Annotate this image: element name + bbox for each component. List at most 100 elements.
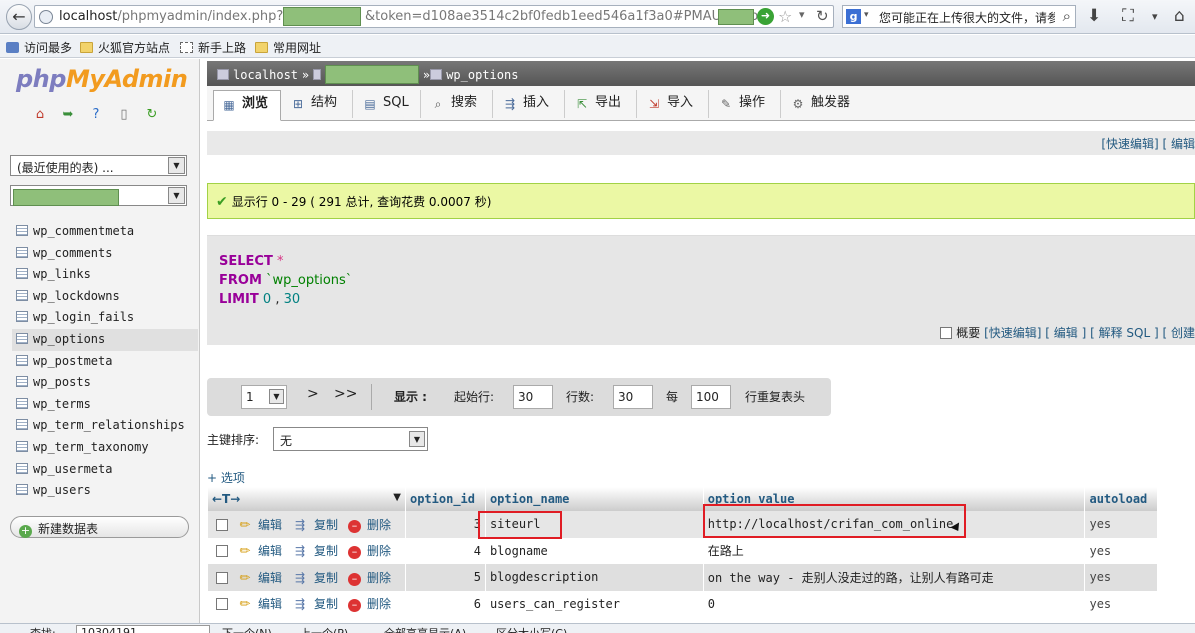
address-bar[interactable]: localhost/phpmyadmin/index.php?db= &toke… [34, 5, 834, 28]
cell-autoload[interactable]: yes [1084, 590, 1157, 617]
delete-icon[interactable]: – [348, 546, 362, 560]
sidebar-item-wp-term-relationships[interactable]: wp_term_relationships [12, 415, 198, 437]
cell-option-value[interactable]: on the way - 走别人没走过的路，让别人有路可走 [702, 564, 1085, 591]
next-page-button[interactable]: > [307, 386, 319, 402]
create-php-link[interactable]: [ 创建 [1163, 326, 1195, 340]
edit-link[interactable]: [ 编辑 ] [1045, 326, 1086, 340]
bookmark-most-visited[interactable]: 访问最多 [6, 39, 72, 56]
search-bar[interactable]: g ▾ 您可能正在上传很大的文件，请参 ⌕ [842, 5, 1076, 28]
delete-link[interactable]: 删除 [367, 597, 391, 611]
sidebar-item-wp-login-fails[interactable]: wp_login_fails [12, 307, 198, 329]
copy-link[interactable]: 复制 [314, 518, 338, 532]
back-button[interactable]: ← [6, 4, 32, 30]
bookmark-common-sites[interactable]: 常用网址 [255, 39, 321, 56]
tab-triggers[interactable]: ⚙ 触发器 [783, 90, 867, 118]
cell-option-value[interactable]: 在路上 [702, 537, 1085, 564]
delete-link[interactable]: 删除 [367, 544, 391, 558]
home-icon[interactable]: ⌂ [32, 107, 48, 123]
copy-icon[interactable]: ⇶ [292, 518, 308, 532]
cell-option-name[interactable]: users_can_register [484, 590, 704, 617]
cell-option-id[interactable]: 5 [404, 564, 486, 591]
sidebar-item-wp-usermeta[interactable]: wp_usermeta [12, 459, 198, 481]
sidebar-item-wp-lockdowns[interactable]: wp_lockdowns [12, 286, 198, 308]
row-checkbox[interactable] [216, 598, 228, 611]
sidebar-item-wp-comments[interactable]: wp_comments [12, 243, 198, 265]
tab-search[interactable]: ⌕ 搜索 [423, 90, 493, 118]
pencil-icon[interactable]: ✏ [238, 598, 252, 612]
home-icon[interactable]: ⌂ [1174, 6, 1185, 26]
bookmark-firefox-site[interactable]: 火狐官方站点 [80, 39, 170, 56]
edit-link[interactable]: 编辑 [258, 544, 282, 558]
row-count-input[interactable]: 30 [613, 385, 653, 409]
edit-link[interactable]: 编辑 [258, 597, 282, 611]
go-icon[interactable]: ➜ [757, 8, 774, 25]
copy-icon[interactable]: ⇶ [292, 571, 308, 585]
sidebar-item-wp-postmeta[interactable]: wp_postmeta [12, 351, 198, 373]
column-resize-header[interactable]: ←T→ ▼ [207, 487, 406, 511]
breadcrumb-server[interactable]: localhost [233, 68, 298, 82]
database-select[interactable]: ▼ [10, 185, 187, 206]
menu-dropdown-icon[interactable]: ▾ [1152, 10, 1158, 23]
sidebar-item-wp-terms[interactable]: wp_terms [12, 394, 198, 416]
sidebar-item-wp-commentmeta[interactable]: wp_commentmeta [12, 221, 198, 243]
repeat-header-input[interactable]: 100 [691, 385, 731, 409]
screenshot-icon[interactable]: ⛶ [1122, 6, 1134, 26]
column-header-autoload[interactable]: autoload [1084, 487, 1157, 511]
copy-icon[interactable]: ⇶ [292, 597, 308, 611]
download-icon[interactable]: ⬇ [1087, 6, 1101, 26]
explain-sql-link[interactable]: [ 解释 SQL ] [1090, 326, 1159, 340]
start-row-input[interactable]: 30 [513, 385, 553, 409]
delete-link[interactable]: 删除 [367, 571, 391, 585]
edit-link[interactable]: 编辑 [258, 571, 282, 585]
cell-option-name[interactable]: blogdescription [484, 564, 704, 591]
find-next-button[interactable]: 下一个(N) [222, 625, 272, 633]
copy-link[interactable]: 复制 [314, 544, 338, 558]
row-checkbox[interactable] [216, 518, 228, 531]
sort-select[interactable]: 无 ▼ [273, 427, 428, 451]
chevron-down-icon[interactable]: ▼ [393, 492, 401, 503]
delete-icon[interactable]: – [348, 572, 362, 586]
match-case-checkbox[interactable]: 区分大小写(C) [496, 625, 567, 633]
google-icon[interactable]: g [846, 9, 861, 24]
search-engine-dropdown-icon[interactable]: ▾ [864, 10, 869, 20]
sidebar-item-wp-posts[interactable]: wp_posts [12, 372, 198, 394]
history-dropdown-icon[interactable]: ▾ [799, 8, 805, 21]
pencil-icon[interactable]: ✏ [238, 545, 252, 559]
delete-icon[interactable]: – [348, 599, 362, 613]
refresh-icon[interactable]: ↻ [144, 107, 160, 123]
copy-link[interactable]: 复制 [314, 597, 338, 611]
cell-option-value[interactable]: 0 [702, 590, 1085, 617]
column-header-option-id[interactable]: option_id [404, 487, 486, 511]
phpmyadmin-logo[interactable]: phpMyAdmin [16, 65, 188, 93]
new-table-button[interactable]: + 新建数据表 [10, 516, 189, 538]
tab-insert[interactable]: ⇶ 插入 [495, 90, 565, 118]
delete-link[interactable]: 删除 [367, 518, 391, 532]
profiling-checkbox[interactable] [940, 327, 953, 339]
search-input[interactable]: 您可能正在上传很大的文件，请参 [879, 9, 1055, 26]
sidebar-item-wp-options[interactable]: wp_options [12, 328, 198, 351]
bookmark-getting-started[interactable]: 新手上路 [180, 39, 246, 56]
pencil-icon[interactable]: ✏ [238, 518, 252, 533]
redacted-db-name[interactable] [325, 65, 420, 84]
tab-operations[interactable]: ✎ 操作 [711, 90, 781, 118]
cell-option-id[interactable]: 3 [404, 511, 486, 538]
tab-browse[interactable]: ▦ 浏览 [213, 90, 281, 121]
reload-icon[interactable]: ↻ [816, 7, 829, 25]
tab-import[interactable]: ⇲ 导入 [639, 90, 709, 118]
bookmark-star-icon[interactable]: ☆ [778, 7, 792, 26]
sql-query[interactable]: SELECT * FROM `wp_options` LIMIT 0 , 30 [219, 252, 352, 309]
edit-link[interactable]: 编辑 [258, 518, 282, 532]
cell-autoload[interactable]: yes [1084, 537, 1157, 564]
tab-structure[interactable]: ⊞ 结构 [283, 90, 353, 118]
tab-export[interactable]: ⇱ 导出 [567, 90, 637, 118]
help-icon[interactable]: ? [88, 107, 104, 123]
sidebar-item-wp-links[interactable]: wp_links [12, 264, 198, 286]
cell-option-id[interactable]: 4 [404, 537, 486, 564]
find-prev-button[interactable]: 上一个(P) [300, 625, 348, 633]
breadcrumb-table[interactable]: wp_options [446, 68, 518, 82]
quick-edit-links[interactable]: [快速编辑] [ 编辑 [1101, 137, 1195, 151]
find-input[interactable]: 10304191 [76, 625, 210, 633]
row-checkbox[interactable] [216, 571, 228, 584]
sidebar-item-wp-users[interactable]: wp_users [12, 480, 198, 502]
last-page-button[interactable]: >> [334, 386, 357, 402]
